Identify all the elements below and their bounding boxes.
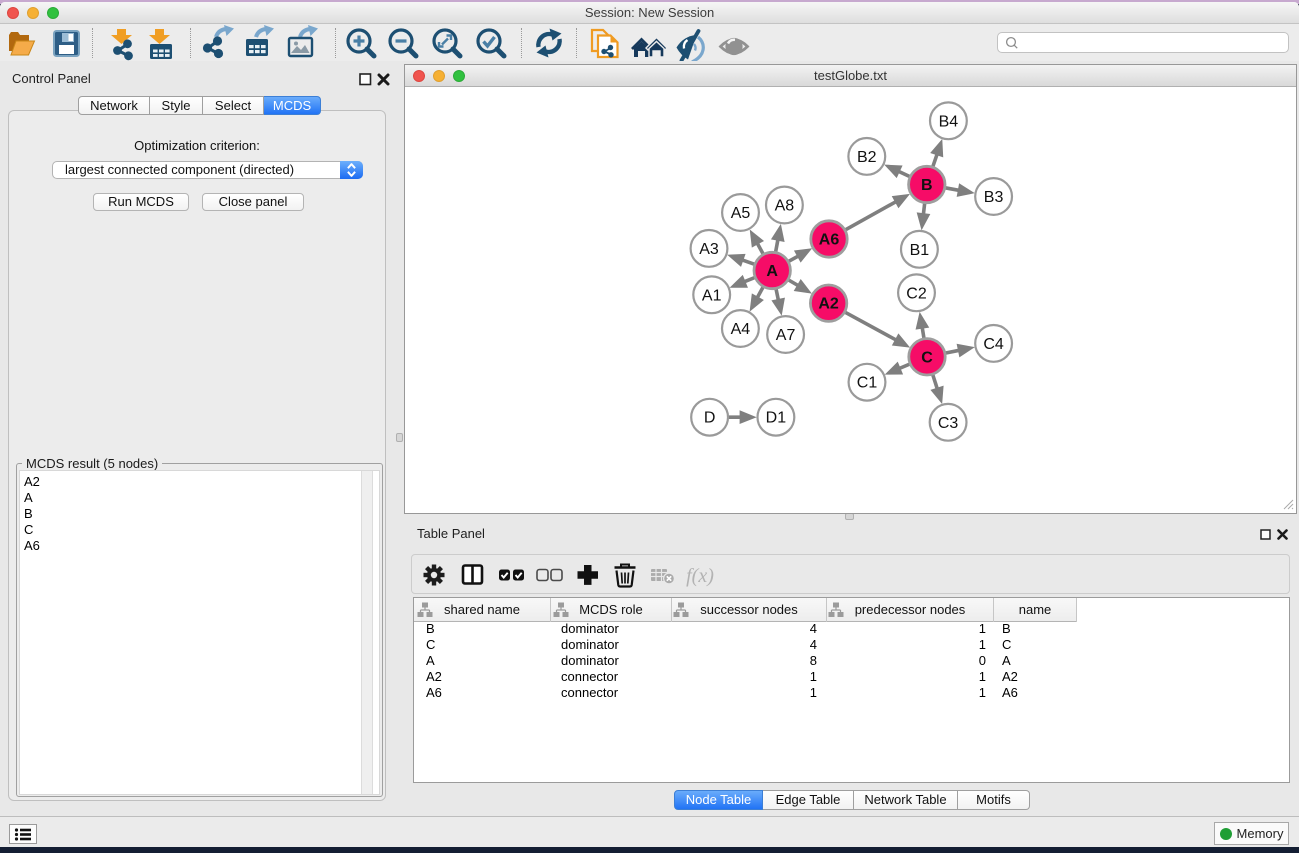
svg-text:A1: A1 (702, 287, 722, 304)
svg-text:A5: A5 (731, 205, 751, 222)
svg-text:C4: C4 (983, 336, 1004, 353)
svg-text:B2: B2 (857, 149, 877, 166)
svg-text:C3: C3 (938, 415, 959, 432)
svg-text:D: D (704, 410, 716, 427)
svg-text:B4: B4 (939, 113, 959, 130)
svg-text:A2: A2 (818, 296, 839, 313)
svg-text:D1: D1 (766, 410, 787, 427)
svg-text:A6: A6 (819, 232, 840, 249)
svg-text:A7: A7 (776, 327, 796, 344)
svg-text:C1: C1 (857, 375, 878, 392)
svg-text:C: C (921, 349, 933, 366)
svg-text:f(x): f(x) (686, 565, 714, 587)
svg-text:A4: A4 (731, 321, 751, 338)
svg-text:A3: A3 (699, 241, 719, 258)
svg-text:B3: B3 (984, 189, 1004, 206)
svg-text:C2: C2 (906, 285, 927, 302)
svg-text:B: B (921, 177, 933, 194)
svg-text:B1: B1 (910, 242, 930, 259)
svg-text:A8: A8 (775, 198, 795, 215)
svg-text:A: A (766, 263, 778, 280)
